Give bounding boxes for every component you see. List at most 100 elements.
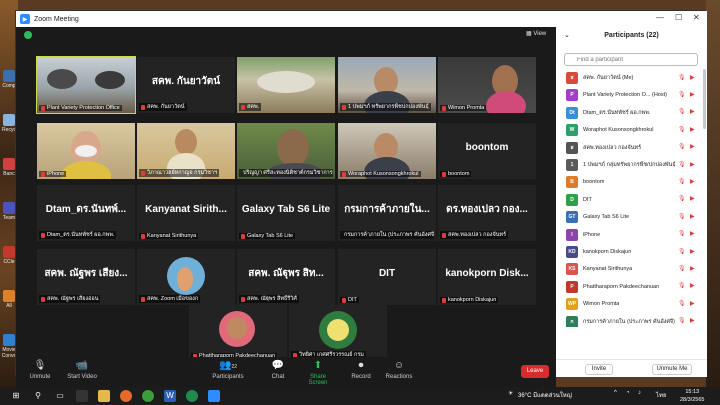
tile-caption-text: Dtam_ตร.นันทพัชร์ ผอ.กพพ. — [47, 232, 115, 238]
muted-mic-icon: 🎙 — [678, 126, 686, 133]
participant-row[interactable]: ส สคพ. กันยาวัตน์ (Me) 🎙 ▶ — [556, 69, 707, 87]
video-tile[interactable]: Dtam_ดร.นันทพ์... Dtam_ตร.นันทพัชร์ ผอ.กพ… — [37, 185, 135, 241]
participant-list: ส สคพ. กันยาวัตน์ (Me) 🎙 ▶ P Plant Variety Pr… — [556, 69, 707, 327]
unmute-label: Unmute — [29, 374, 51, 380]
video-tile[interactable]: สคพ. Zoom เมื่อของก — [137, 249, 235, 305]
invite-button[interactable]: Invite — [585, 364, 613, 375]
tray-chevron-up-icon[interactable]: ^ — [614, 390, 617, 396]
tile-caption: Galaxy Tab S6 Lite — [239, 233, 296, 239]
view-button[interactable]: ▦ View — [526, 30, 546, 37]
tile-caption: Kanyanat Sirithunya — [139, 233, 199, 239]
video-off-icon: ▶ — [690, 213, 695, 220]
file-explorer-icon[interactable] — [98, 390, 110, 402]
video-tile[interactable]: kanokporn Disk... kanokporn Diskajun — [438, 249, 536, 305]
zoom-taskbar-icon[interactable] — [208, 390, 220, 402]
video-tile[interactable]: สคพ. กันยาวัตน์ สคพ. กันยาวัตน์ — [137, 57, 235, 113]
desktop-shortcut-icon — [3, 202, 15, 214]
panel-header: ⌄ Participants (22) — [556, 27, 707, 45]
video-tile[interactable]: วิทยิศา เกศศรีรวรรณย์ กรม — [289, 305, 387, 361]
participant-row[interactable]: D DIT 🎙 ▶ — [556, 191, 707, 209]
video-tile[interactable]: Plant Variety Protection Office — [36, 56, 136, 114]
video-tile[interactable]: iPhone — [37, 123, 135, 179]
desktop-shortcut-icon — [3, 70, 15, 82]
participants-button[interactable]: 👥22 Participants — [210, 360, 246, 380]
minimize-icon[interactable]: — — [656, 13, 664, 22]
video-off-icon: ▶ — [690, 196, 695, 203]
video-tile[interactable]: สคพ. — [237, 57, 335, 113]
participant-row[interactable]: P Plant Variety Protection O... (Host) 🎙 ▶ — [556, 86, 707, 104]
participant-row[interactable]: KD kanokporn Diskajun 🎙 ▶ — [556, 243, 707, 261]
participant-row[interactable]: ส สคพ.ทองเปลว กองจันทร์ 🎙 ▶ — [556, 139, 707, 157]
zoom-window: ▶ Zoom Meeting — ☐ ✕ ▦ View Plant Variet… — [15, 10, 707, 393]
participant-row[interactable]: ก กรมการค้าภายใน (ประภาพร คันอังศจี) 🎙 ▶ — [556, 313, 707, 327]
language-indicator[interactable]: ไทย — [656, 390, 667, 400]
tile-caption: Plant Variety Protection Office — [39, 105, 122, 111]
participant-row[interactable]: P Phattharaporn Pakdeechanuan 🎙 ▶ — [556, 278, 707, 296]
weather-text[interactable]: 36°C มีแดดส่วนใหญ่ — [518, 390, 572, 400]
word-icon[interactable]: W — [164, 390, 176, 402]
participant-row[interactable]: W Woraphot Kusonsongkhrokul 🎙 ▶ — [556, 121, 707, 139]
participant-row[interactable]: 1 1 ปพมฯภ์ กลุ่มทรัพยากรพืช/ปกปองพันธุ์ 🎙 ▶ — [556, 156, 707, 174]
video-tile[interactable]: ดร.ทองเปลว กอง... สคพ.ทองเปลว กองจันทร์ — [438, 185, 536, 241]
video-tile[interactable]: Kanyanat Sirith... Kanyanat Sirithunya — [137, 185, 235, 241]
muted-mic-icon: 🎙 — [678, 300, 686, 307]
system-clock[interactable]: 15:13 28/3/2565 — [680, 388, 704, 404]
video-tile[interactable]: boontom boontom — [438, 123, 536, 179]
title-bar: ▶ Zoom Meeting — ☐ ✕ — [16, 11, 707, 27]
volume-icon[interactable]: ♪ — [638, 390, 641, 396]
video-tile[interactable]: วิภาณาวลย์ทกาญจ กรมวิชาฯ — [137, 123, 235, 179]
video-tile[interactable]: DIT DIT — [338, 249, 436, 305]
weather-icon[interactable]: ☀ — [508, 390, 513, 397]
maximize-icon[interactable]: ☐ — [675, 13, 682, 22]
panel-scrollbar[interactable] — [703, 69, 706, 129]
tile-display-name: boontom — [465, 141, 509, 153]
avatar: WP — [566, 298, 578, 311]
video-tile[interactable]: Galaxy Tab S6 Lite Galaxy Tab S6 Lite — [237, 185, 335, 241]
task-view-icon[interactable]: ▭ — [54, 390, 66, 402]
video-tile[interactable]: สคพ. ณัฐุพร สิท... สคพ. ณัฐุพร สิทธิ์รีวิ… — [237, 249, 335, 305]
start-video-button[interactable]: 📹 Start Video — [66, 360, 98, 380]
participant-row[interactable]: Bboontom 🎙 ▶ — [556, 173, 707, 191]
participant-row[interactable]: KS Kanyanat Sirithunya 🎙 ▶ — [556, 260, 707, 278]
video-tile[interactable]: Woraphot Kusonsongkhrokul — [338, 123, 436, 179]
participant-search-input[interactable] — [564, 53, 698, 66]
tile-caption: kanokporn Diskajun — [440, 297, 499, 303]
participant-row[interactable]: GT Galaxy Tab S6 Lite 🎙 ▶ — [556, 208, 707, 226]
share-screen-button[interactable]: ⬆ Share Screen — [300, 360, 336, 386]
encryption-shield-icon[interactable] — [24, 31, 32, 39]
start-icon[interactable]: ⊞ — [10, 390, 22, 402]
record-button[interactable]: ⏺ Record — [350, 360, 372, 380]
participant-row[interactable]: WP Wimon Promta 🎙 ▶ — [556, 295, 707, 313]
video-tile[interactable]: กรมการค้าภายใน... กรมการค้าภายใน (ประภาพร… — [338, 185, 436, 241]
video-tile[interactable]: 1 ปพมฯภ์ ทรัพยากรพืชปกปองพันธุ์ — [338, 57, 436, 113]
taskbar-app-icon[interactable] — [76, 390, 88, 402]
muted-mic-icon — [342, 104, 346, 110]
network-icon[interactable]: ◔ — [626, 390, 630, 396]
tile-display-name: กรมการค้าภายใน... — [344, 203, 430, 215]
chat-button[interactable]: 💬 Chat — [268, 360, 288, 380]
participant-row[interactable]: IiPhone 🎙 ▶ — [556, 226, 707, 244]
video-tile[interactable]: Wimon Promta — [438, 57, 536, 113]
video-tile[interactable]: Phattharaporn Pakdeechanuan — [189, 305, 287, 361]
muted-mic-icon — [342, 171, 346, 177]
participants-icon: 👥22 — [218, 360, 237, 371]
line-icon[interactable] — [186, 390, 198, 402]
video-tile[interactable]: ปริญญา ศรีสะทองนิติชาต์กรมวิชาการเกษตร — [237, 123, 335, 179]
tile-caption-text: สคพ. ณัฐุพร สิทธิ์รีวิศ์ — [247, 296, 297, 302]
video-tile[interactable]: สคพ. ณัฐพร เสียง... สคพ. ณัฐพร เสียงอ่อน — [37, 249, 135, 305]
unmute-button[interactable]: 🎙 Unmute — [28, 360, 52, 380]
record-label: Record — [351, 374, 371, 380]
chevron-down-icon[interactable]: ⌄ — [564, 27, 570, 45]
participant-row[interactable]: Dt Dtam_ตร.นันทพัชร์ ผอ.กพพ. 🎙 ▶ — [556, 104, 707, 122]
reactions-button[interactable]: ☺ Reactions — [384, 360, 414, 380]
person-face — [177, 267, 193, 291]
chrome-icon[interactable] — [142, 390, 154, 402]
tile-caption-text: สคพ. ณัฐพร เสียงอ่อน — [47, 296, 99, 302]
taskbar-search-icon[interactable]: ⚲ — [32, 390, 44, 402]
tile-display-name: kanokporn Disk... — [445, 267, 529, 279]
leave-button[interactable]: Leave — [521, 365, 549, 378]
chat-icon: 💬 — [271, 360, 285, 371]
firefox-icon[interactable] — [120, 390, 132, 402]
unmute-me-button[interactable]: Unmute Me — [652, 364, 692, 375]
close-icon[interactable]: ✕ — [693, 13, 700, 22]
